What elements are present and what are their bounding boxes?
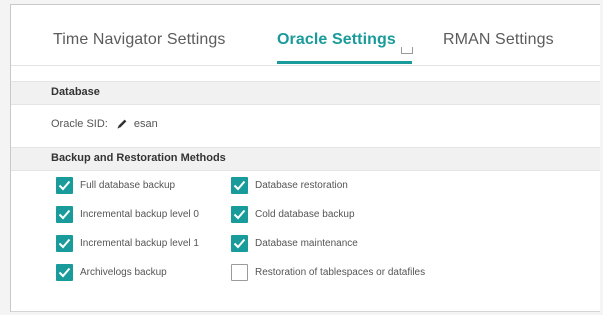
tab-oracle-settings[interactable]: Oracle Settings [277,31,396,49]
settings-tabs: Time Navigator Settings Oracle Settings … [11,5,600,66]
panel-bottom-border [11,311,600,312]
checkbox-checked-icon[interactable] [231,206,248,223]
checkbox-checked-icon[interactable] [56,206,73,223]
backup-section-title: Backup and Restoration Methods [51,152,226,164]
oracle-sid-row: Oracle SID: esan [51,118,158,130]
tab-time-navigator-settings[interactable]: Time Navigator Settings [53,31,225,49]
option-database-restoration[interactable]: Database restoration [231,177,348,194]
checkbox-checked-icon[interactable] [56,264,73,281]
active-tab-indicator [277,61,412,64]
checkbox-unchecked-icon[interactable] [231,264,248,281]
checkbox-checked-icon[interactable] [56,235,73,252]
checkbox-checked-icon[interactable] [231,235,248,252]
database-section-title: Database [51,86,100,98]
option-label: Archivelogs backup [80,267,167,278]
checkbox-checked-icon[interactable] [56,177,73,194]
text-cursor-icon [401,47,413,54]
settings-panel: Time Navigator Settings Oracle Settings … [10,4,600,312]
option-label: Incremental backup level 1 [80,238,199,249]
tab-rman-settings[interactable]: RMAN Settings [443,31,554,49]
option-incremental-backup-level-1[interactable]: Incremental backup level 1 [56,235,199,252]
option-incremental-backup-level-0[interactable]: Incremental backup level 0 [56,206,199,223]
checkbox-checked-icon[interactable] [231,177,248,194]
option-label: Database maintenance [255,238,358,249]
option-cold-database-backup[interactable]: Cold database backup [231,206,355,223]
option-full-database-backup[interactable]: Full database backup [56,177,175,194]
oracle-sid-value[interactable]: esan [134,118,158,130]
option-label: Incremental backup level 0 [80,209,199,220]
oracle-sid-label: Oracle SID: [51,118,108,130]
option-database-maintenance[interactable]: Database maintenance [231,235,358,252]
pencil-icon[interactable] [116,118,128,130]
option-label: Cold database backup [255,209,355,220]
option-label: Full database backup [80,180,176,191]
option-archivelogs-backup[interactable]: Archivelogs backup [56,264,167,281]
option-label: Restoration of tablespaces or datafiles [255,267,426,278]
option-restoration-of-tablespaces-or-datafiles[interactable]: Restoration of tablespaces or datafiles [231,264,425,281]
option-label: Database restoration [255,180,348,191]
